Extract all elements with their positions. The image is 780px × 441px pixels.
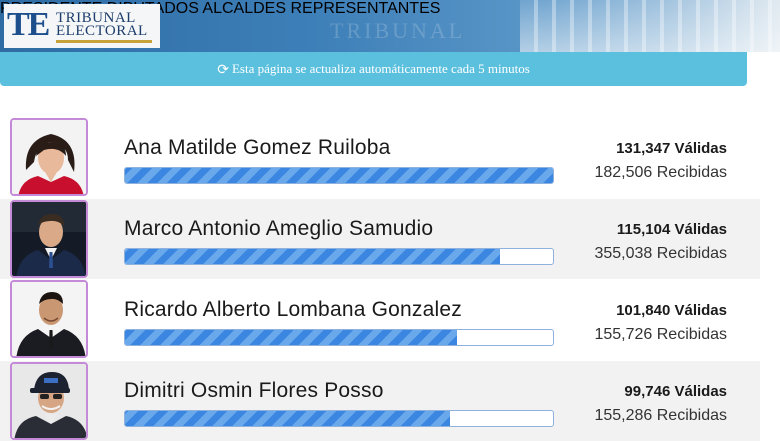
valid-votes: 131,347 Válidas [616, 140, 727, 157]
received-votes: 182,506 Recibidas [594, 164, 727, 181]
vote-progress-bar [124, 167, 554, 184]
candidate-row: Ana Matilde Gomez Ruiloba 131,347 Válida… [0, 118, 760, 198]
candidate-photo [10, 280, 88, 358]
auto-refresh-banner: ⟳ Esta página se actualiza automáticamen… [0, 52, 747, 86]
valid-votes: 99,746 Válidas [624, 383, 727, 400]
header-background-decoration: TRIBUNAL [330, 18, 466, 43]
valid-votes: 115,104 Válidas [616, 221, 727, 238]
logo-rule [56, 40, 152, 43]
refresh-icon: ⟳ [217, 61, 229, 77]
candidate-row: Ricardo Alberto Lombana Gonzalez 101,840… [0, 280, 760, 360]
candidate-photo [10, 200, 88, 278]
received-votes: 155,286 Recibidas [594, 407, 727, 424]
candidate-name: Dimitri Osmin Flores Posso [124, 379, 384, 402]
candidate-row: Marco Antonio Ameglio Samudio 115,104 Vá… [0, 199, 760, 279]
banner-text: Esta página se actualiza automáticamente… [231, 61, 530, 76]
vote-progress-bar [124, 329, 554, 346]
vote-progress-fill [125, 249, 500, 264]
nav-alcaldes[interactable]: ALCALDES [202, 0, 286, 17]
candidate-name: Ricardo Alberto Lombana Gonzalez [124, 298, 462, 321]
logo-line-2: ELECTORAL [56, 23, 148, 39]
candidate-row: Dimitri Osmin Flores Posso 99,746 Válida… [0, 361, 760, 441]
received-votes: 355,038 Recibidas [594, 245, 727, 262]
candidate-photo [10, 362, 88, 440]
received-votes: 155,726 Recibidas [594, 326, 727, 343]
valid-votes: 101,840 Válidas [616, 302, 727, 319]
candidate-name: Ana Matilde Gomez Ruiloba [124, 136, 391, 159]
vote-progress-fill [125, 330, 457, 345]
nav-representantes[interactable]: REPRESENTANTES [290, 0, 440, 17]
site-header: TRIBUNAL TE TRIBUNAL ELECTORAL PRESIDENT… [0, 0, 780, 52]
header-building-image [520, 0, 780, 52]
candidate-name: Marco Antonio Ameglio Samudio [124, 217, 434, 240]
vote-progress-fill [125, 411, 450, 426]
vote-progress-bar [124, 410, 554, 427]
vote-progress-fill [125, 168, 553, 183]
vote-progress-bar [124, 248, 554, 265]
candidate-photo [10, 118, 88, 196]
tribunal-electoral-logo[interactable]: TE TRIBUNAL ELECTORAL [4, 4, 160, 48]
logo-mark: TE [7, 6, 50, 43]
